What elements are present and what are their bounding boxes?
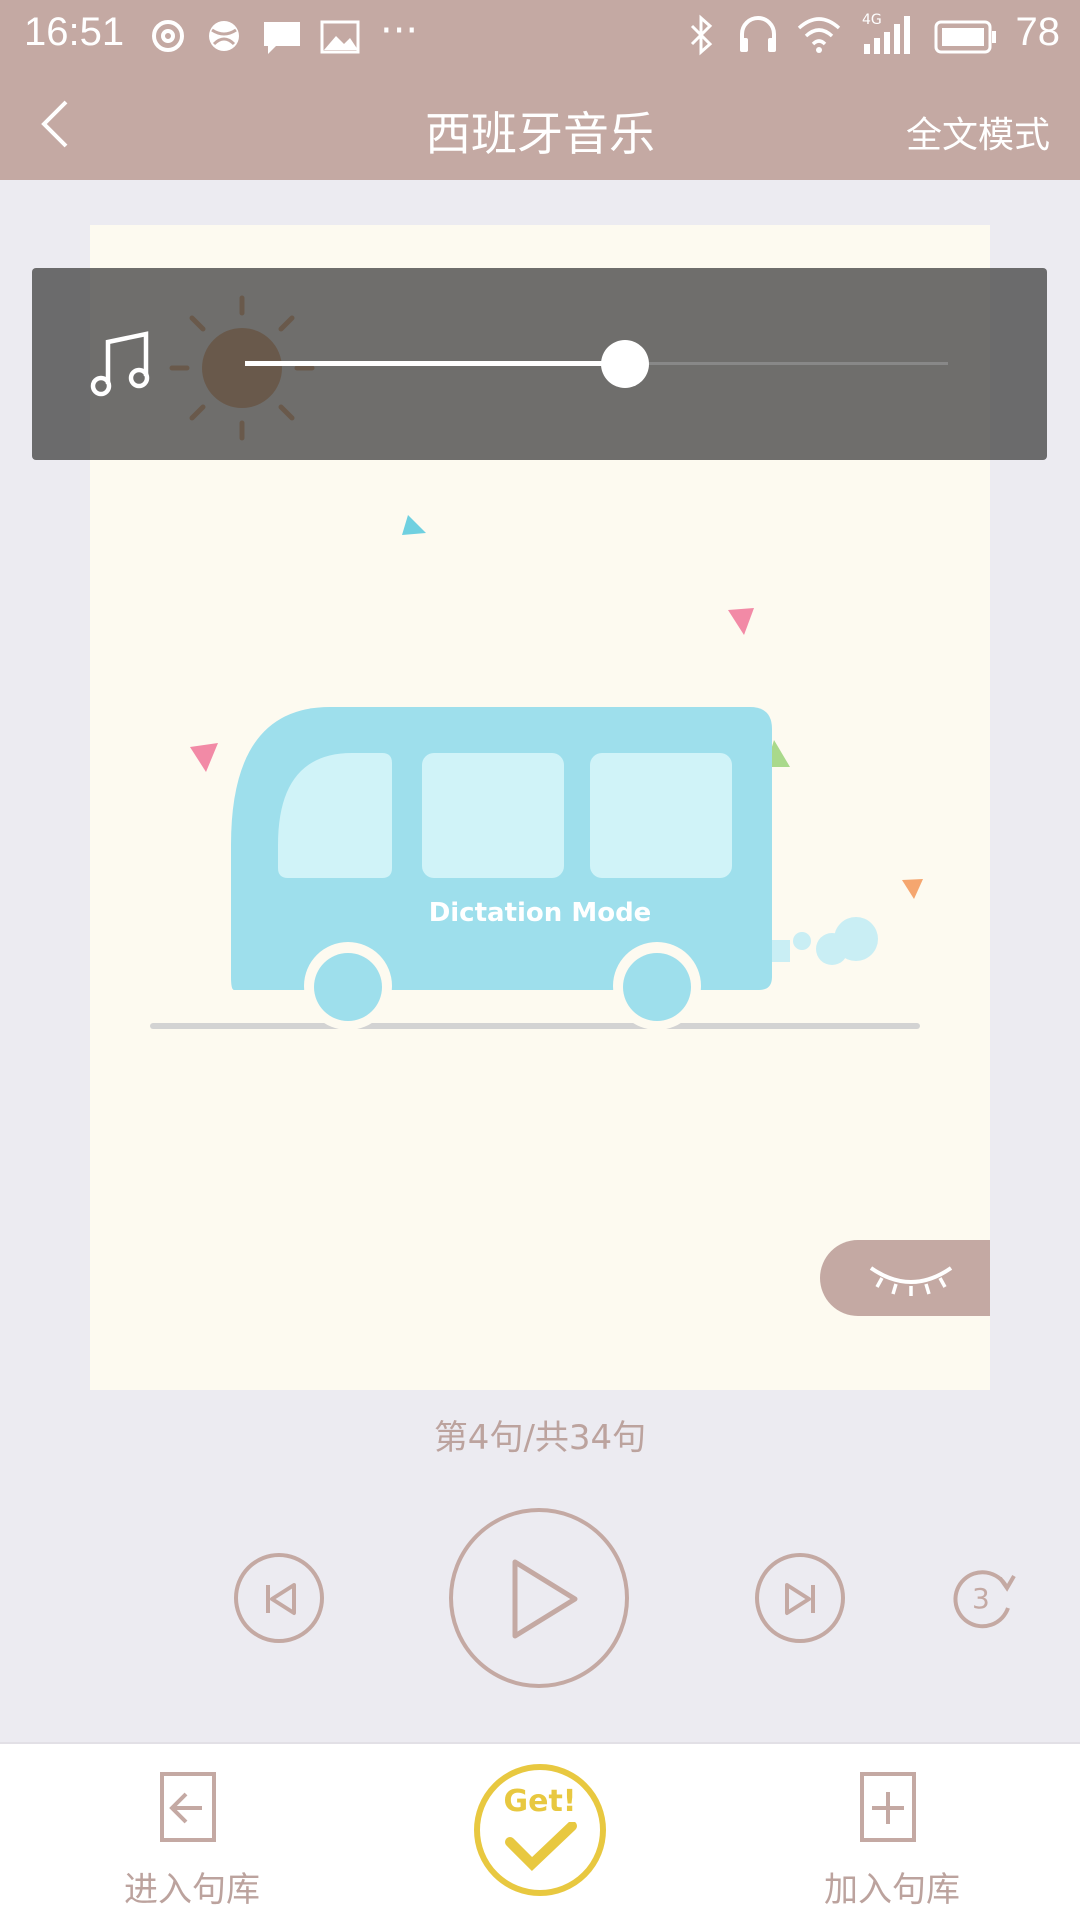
bottom-bar: 进入句库 Get! 加入句库 bbox=[0, 1742, 1080, 1922]
confetti-mark bbox=[402, 515, 426, 535]
hide-text-toggle[interactable] bbox=[820, 1240, 990, 1316]
add-to-sentence-library-button[interactable]: 加入句库 bbox=[800, 1744, 980, 1922]
skip-previous-icon bbox=[266, 1583, 296, 1615]
next-sentence-button[interactable] bbox=[755, 1553, 845, 1643]
repeat-count: 3 bbox=[972, 1582, 990, 1615]
enter-library-label: 进入句库 bbox=[124, 1870, 260, 1910]
volume-slider-fill bbox=[245, 361, 625, 366]
full-text-mode-button[interactable]: 全文模式 bbox=[906, 106, 1050, 158]
checkmark-icon bbox=[505, 1822, 577, 1871]
add-library-label: 加入句库 bbox=[824, 1870, 960, 1910]
enter-library-icon bbox=[160, 1772, 216, 1842]
previous-sentence-button[interactable] bbox=[234, 1553, 324, 1643]
more-notifications-icon: ··· bbox=[380, 8, 419, 54]
signal-icon bbox=[864, 16, 910, 54]
battery-level: 78 bbox=[1015, 10, 1061, 54]
app-header: 西班牙音乐 全文模式 bbox=[0, 72, 1080, 180]
battery-icon bbox=[934, 20, 996, 54]
play-button[interactable] bbox=[449, 1508, 629, 1688]
sentence-counter: 第4句/共34句 bbox=[433, 1418, 647, 1458]
get-label: Get! bbox=[503, 1784, 577, 1819]
message-icon bbox=[264, 22, 300, 54]
get-button[interactable]: Get! bbox=[474, 1764, 606, 1896]
confetti-mark bbox=[902, 879, 923, 899]
volume-slider-thumb[interactable] bbox=[600, 340, 649, 388]
status-bar: 16:51 ··· 4G 78 bbox=[0, 0, 1080, 72]
repeat-button[interactable]: 3 bbox=[950, 1568, 1020, 1630]
headphones-icon bbox=[740, 16, 776, 52]
wifi-icon bbox=[797, 17, 841, 53]
play-icon bbox=[512, 1559, 578, 1639]
confetti-mark bbox=[728, 608, 754, 635]
image-icon bbox=[320, 20, 360, 54]
confetti-mark bbox=[190, 743, 218, 772]
status-time: 16:51 bbox=[24, 10, 125, 54]
app-swirl-icon bbox=[152, 20, 184, 52]
bluetooth-icon bbox=[690, 14, 713, 56]
enter-sentence-library-button[interactable]: 进入句库 bbox=[100, 1744, 280, 1922]
add-library-icon bbox=[860, 1772, 916, 1842]
skip-next-icon bbox=[785, 1583, 815, 1615]
music-note-icon bbox=[90, 331, 150, 397]
app-ball-icon bbox=[209, 21, 239, 51]
closed-eye-icon bbox=[869, 1266, 953, 1296]
bus-label: Dictation Mode bbox=[428, 898, 652, 928]
